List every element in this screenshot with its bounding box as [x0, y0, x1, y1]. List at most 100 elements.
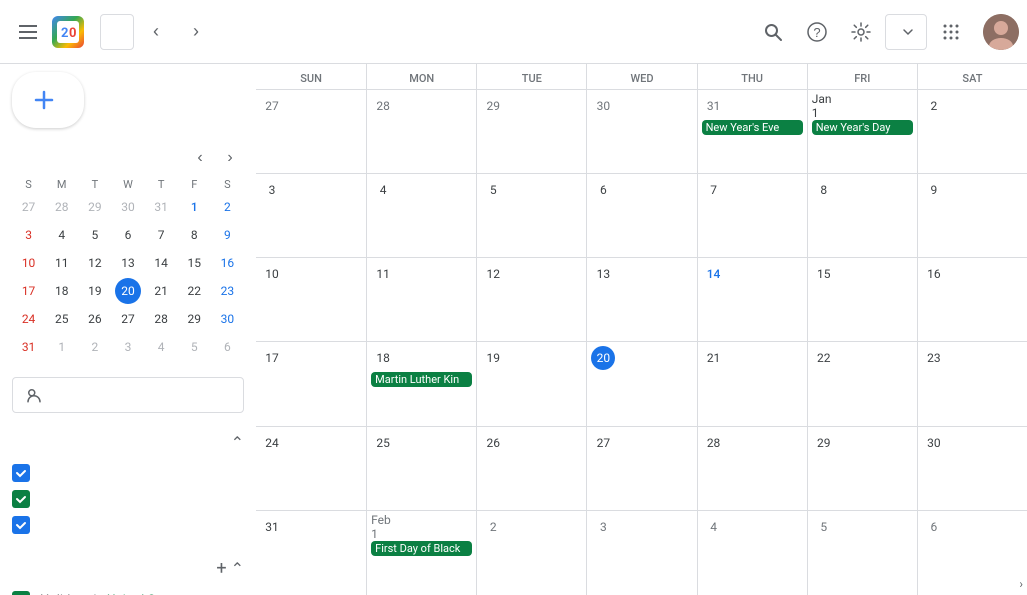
today-button[interactable] — [100, 14, 134, 50]
day-number[interactable]: 19 — [481, 346, 505, 370]
mini-day-1-0[interactable]: 3 — [12, 221, 45, 249]
day-number[interactable]: 11 — [371, 262, 395, 286]
next-month-button[interactable]: › — [178, 14, 214, 50]
calendar-day-3-5[interactable]: 22 — [807, 342, 917, 425]
calendar-day-0-2[interactable]: 29 — [476, 90, 586, 173]
calendar-item-reminders[interactable] — [12, 512, 244, 538]
mini-day-4-3[interactable]: 27 — [111, 305, 144, 333]
calendar-day-5-1[interactable]: Feb 1First Day of Black — [366, 511, 476, 595]
mini-day-1-6[interactable]: 9 — [211, 221, 244, 249]
calendar-day-0-0[interactable]: 27 — [256, 90, 366, 173]
day-number[interactable]: 26 — [481, 431, 505, 455]
create-button[interactable] — [12, 72, 84, 128]
mini-day-4-0[interactable]: 24 — [12, 305, 45, 333]
mini-day-5-1[interactable]: 1 — [45, 333, 78, 361]
day-number[interactable]: 17 — [260, 346, 284, 370]
day-number[interactable]: 5 — [812, 515, 836, 539]
calendar-day-1-6[interactable]: 9 — [917, 174, 1027, 257]
calendar-day-3-1[interactable]: 18Martin Luther Kin — [366, 342, 476, 425]
day-number[interactable]: 4 — [371, 178, 395, 202]
mini-day-3-5[interactable]: 22 — [178, 277, 211, 305]
mini-day-3-6[interactable]: 23 — [211, 277, 244, 305]
menu-button[interactable] — [8, 12, 48, 52]
day-number[interactable]: 6 — [591, 178, 615, 202]
day-number[interactable]: 20 — [591, 346, 615, 370]
day-number[interactable]: 31 — [260, 515, 284, 539]
calendar-day-0-4[interactable]: 31 New Year's Eve — [697, 90, 807, 173]
mini-day-4-5[interactable]: 29 — [178, 305, 211, 333]
mini-day-0-2[interactable]: 29 — [78, 193, 111, 221]
calendar-day-2-4[interactable]: 14 — [697, 258, 807, 341]
day-number[interactable]: 31 — [702, 94, 726, 118]
mini-day-2-0[interactable]: 10 — [12, 249, 45, 277]
search-button[interactable] — [753, 12, 793, 52]
calendar-day-1-4[interactable]: 7 — [697, 174, 807, 257]
day-number[interactable]: 27 — [591, 431, 615, 455]
calendar-day-2-3[interactable]: 13 — [586, 258, 696, 341]
other-calendars-header[interactable]: + ⌃ — [12, 550, 244, 587]
calendar-day-1-0[interactable]: 3 — [256, 174, 366, 257]
mini-day-5-6[interactable]: 6 — [211, 333, 244, 361]
calendar-day-4-1[interactable]: 25 — [366, 427, 476, 510]
calendar-day-5-2[interactable]: 2 — [476, 511, 586, 595]
mini-day-4-1[interactable]: 25 — [45, 305, 78, 333]
calendar-day-1-5[interactable]: 8 — [807, 174, 917, 257]
day-number[interactable]: 13 — [591, 262, 615, 286]
day-number[interactable]: 30 — [922, 431, 946, 455]
mini-day-0-3[interactable]: 30 — [111, 193, 144, 221]
settings-button[interactable] — [841, 12, 881, 52]
mini-day-3-1[interactable]: 18 — [45, 277, 78, 305]
day-number[interactable]: 21 — [702, 346, 726, 370]
day-number[interactable]: 12 — [481, 262, 505, 286]
day-number[interactable]: 27 — [260, 94, 284, 118]
event-chip[interactable]: New Year's Eve — [702, 120, 803, 135]
event-chip[interactable]: New Year's Day — [812, 120, 913, 135]
mini-day-1-1[interactable]: 4 — [45, 221, 78, 249]
day-number[interactable]: 3 — [591, 515, 615, 539]
mini-day-0-5[interactable]: 1 — [178, 193, 211, 221]
calendar-day-2-0[interactable]: 10 — [256, 258, 366, 341]
calendar-day-4-6[interactable]: 30 — [917, 427, 1027, 510]
mini-day-4-4[interactable]: 28 — [145, 305, 178, 333]
calendar-day-5-3[interactable]: 3 — [586, 511, 696, 595]
mini-day-5-5[interactable]: 5 — [178, 333, 211, 361]
calendar-day-3-6[interactable]: 23 — [917, 342, 1027, 425]
event-chip[interactable]: First Day of Black — [371, 541, 472, 556]
calendar-item-holidays[interactable]: Holidays in United States — [12, 587, 244, 595]
apps-button[interactable] — [931, 12, 971, 52]
day-number[interactable]: 22 — [812, 346, 836, 370]
day-number[interactable]: 6 — [922, 515, 946, 539]
day-number[interactable]: 3 — [260, 178, 284, 202]
day-number[interactable]: 25 — [371, 431, 395, 455]
calendar-day-1-2[interactable]: 5 — [476, 174, 586, 257]
mini-day-5-3[interactable]: 3 — [111, 333, 144, 361]
day-number[interactable]: 18 — [371, 346, 395, 370]
calendar-day-1-3[interactable]: 6 — [586, 174, 696, 257]
help-button[interactable]: ? — [797, 12, 837, 52]
calendar-day-4-0[interactable]: 24 — [256, 427, 366, 510]
calendar-day-1-1[interactable]: 4 — [366, 174, 476, 257]
calendar-day-3-0[interactable]: 17 — [256, 342, 366, 425]
mini-day-3-3[interactable]: 20 — [111, 277, 144, 305]
mini-day-3-4[interactable]: 21 — [145, 277, 178, 305]
calendar-day-2-5[interactable]: 15 — [807, 258, 917, 341]
day-number[interactable]: 24 — [260, 431, 284, 455]
day-number[interactable]: 30 — [591, 94, 615, 118]
prev-month-button[interactable]: ‹ — [138, 14, 174, 50]
mini-day-2-5[interactable]: 15 — [178, 249, 211, 277]
calendar-day-0-6[interactable]: 2 — [917, 90, 1027, 173]
search-people-input[interactable] — [12, 377, 244, 413]
mini-day-0-4[interactable]: 31 — [145, 193, 178, 221]
day-number[interactable]: 29 — [812, 431, 836, 455]
day-number[interactable]: Jan 1 — [812, 94, 836, 118]
mini-day-0-6[interactable]: 2 — [211, 193, 244, 221]
my-calendars-header[interactable]: ⌃ — [12, 425, 244, 460]
mini-day-2-1[interactable]: 11 — [45, 249, 78, 277]
calendar-day-3-4[interactable]: 21 — [697, 342, 807, 425]
day-number[interactable]: 4 — [702, 515, 726, 539]
mini-day-0-0[interactable]: 27 — [12, 193, 45, 221]
calendar-day-5-6[interactable]: 6› — [917, 511, 1027, 595]
mini-day-4-6[interactable]: 30 — [211, 305, 244, 333]
mini-day-3-2[interactable]: 19 — [78, 277, 111, 305]
day-number[interactable]: 15 — [812, 262, 836, 286]
